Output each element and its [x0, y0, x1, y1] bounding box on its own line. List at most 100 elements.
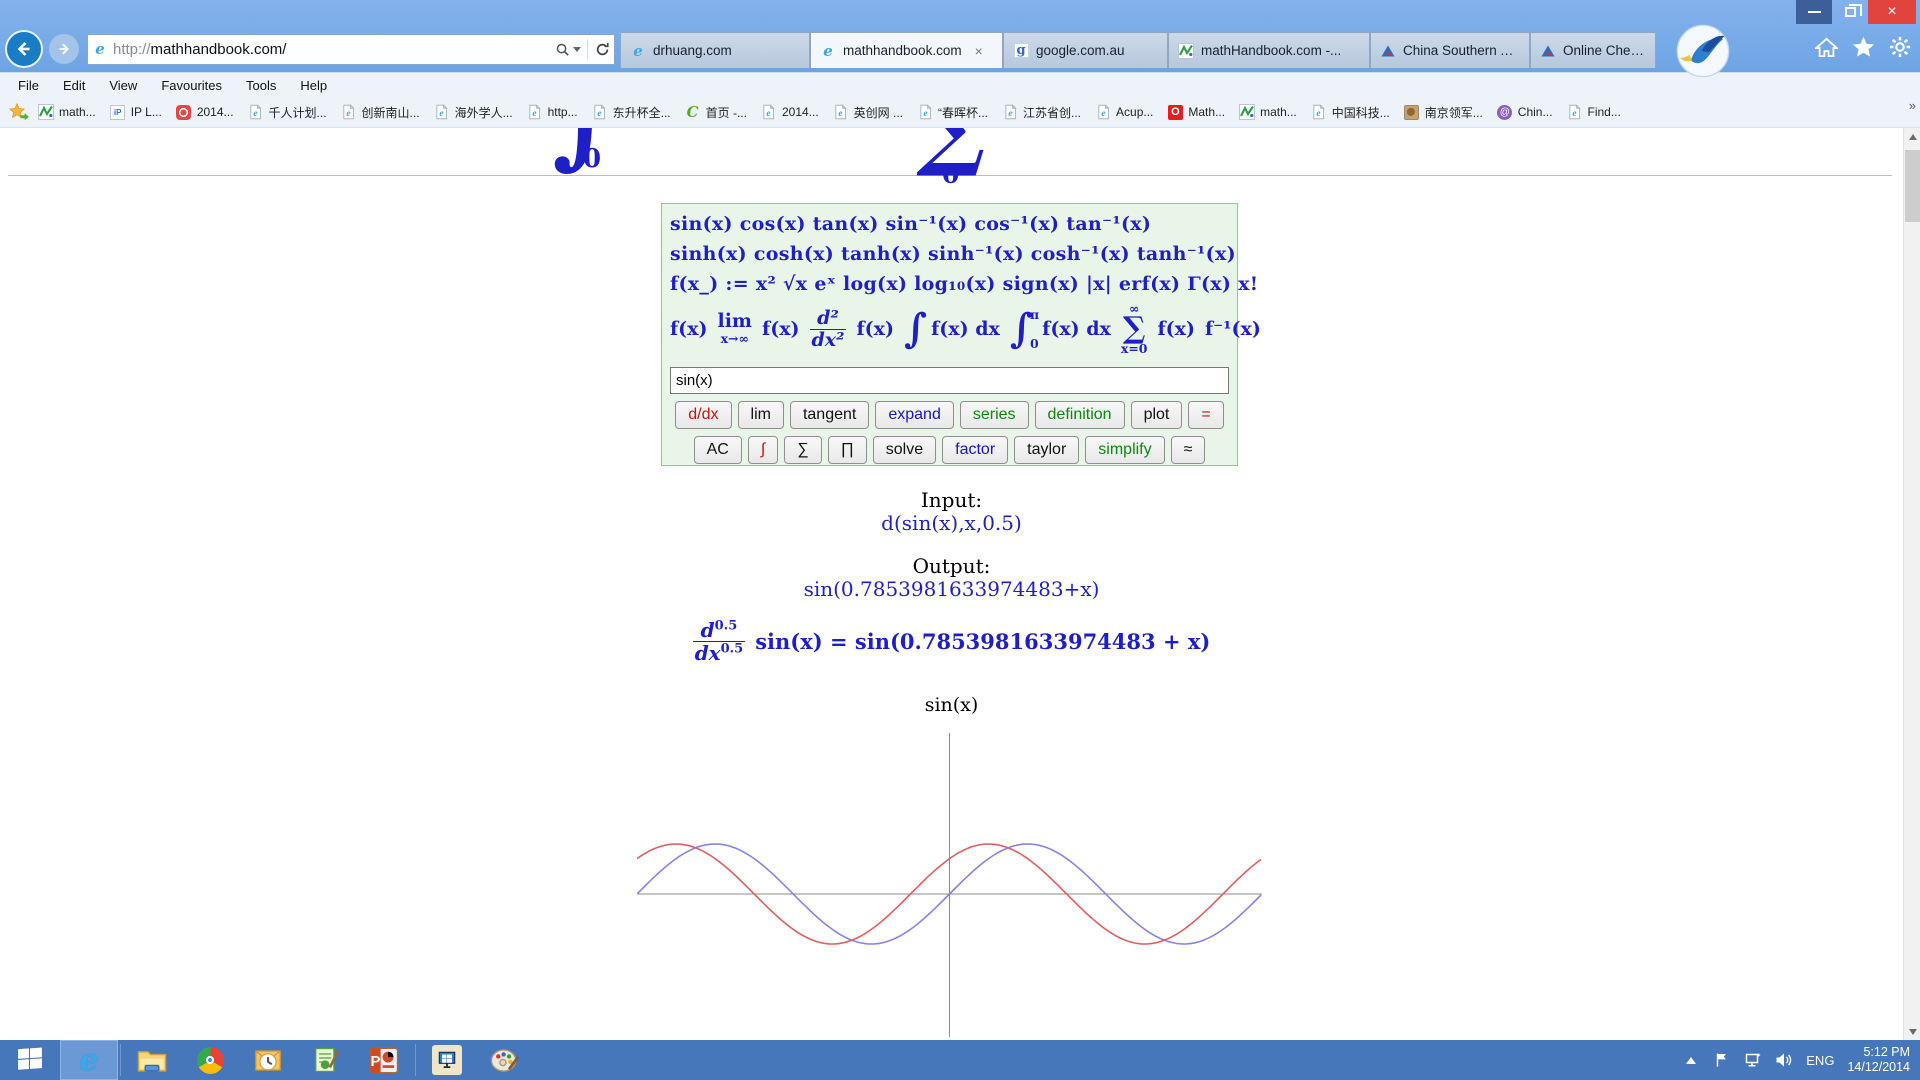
favorite-item[interactable]: e“春晖杯... [917, 104, 988, 121]
close-button[interactable]: × [1868, 0, 1916, 24]
network-icon[interactable] [1744, 1051, 1762, 1069]
menu-item-file[interactable]: File [6, 78, 51, 93]
system-tray: ENG 5:12 PM 14/12/2014 [1682, 1040, 1920, 1080]
bird-logo [1676, 24, 1730, 83]
favorite-item[interactable]: eAcup... [1095, 104, 1153, 120]
calc-button-d-dx[interactable]: d/dx [675, 401, 731, 429]
tab-china-southern-airline[interactable]: China Southern Airline... [1370, 32, 1530, 68]
tab-mathhandbook-com[interactable]: emathhandbook.com× [810, 32, 1003, 68]
scroll-up-button[interactable] [1904, 128, 1920, 145]
forward-button[interactable] [49, 34, 79, 64]
favorite-label: math... [59, 105, 96, 119]
back-button[interactable] [5, 30, 43, 68]
taskbar-chrome[interactable] [181, 1040, 239, 1080]
minimize-button[interactable] [1796, 0, 1832, 24]
action-center-flag-icon[interactable] [1713, 1051, 1731, 1069]
favorite-item[interactable]: e江苏省创... [1002, 104, 1081, 121]
sine-plot [637, 727, 1262, 1037]
favorite-item[interactable]: OMath... [1167, 104, 1225, 120]
favorite-item[interactable]: e创新南山... [341, 104, 420, 121]
search-dropdown-icon[interactable] [573, 47, 581, 52]
favorite-item[interactable]: 南京领军... [1404, 104, 1483, 121]
add-favorite-icon[interactable] [8, 103, 30, 121]
menu-item-help[interactable]: Help [288, 78, 339, 93]
calc-button-item[interactable]: = [1188, 401, 1223, 429]
close-tab-icon[interactable]: × [975, 43, 983, 59]
taskbar-paint[interactable] [476, 1040, 534, 1080]
favorite-item[interactable]: iPIP L... [110, 104, 162, 120]
tray-time: 5:12 PM [1863, 1045, 1910, 1059]
scroll-up-icon [1909, 134, 1917, 140]
language-indicator[interactable]: ENG [1806, 1053, 1834, 1068]
taskbar-file-explorer[interactable] [123, 1040, 181, 1080]
menu-item-favourites[interactable]: Favourites [149, 78, 234, 93]
expression-input[interactable] [670, 367, 1229, 394]
favorite-item[interactable]: e中国科技... [1311, 104, 1390, 121]
window-controls: × [1796, 0, 1916, 24]
search-icon[interactable] [554, 41, 570, 57]
menu-item-view[interactable]: View [97, 78, 149, 93]
tab-drhuang-com[interactable]: edrhuang.com [620, 32, 810, 68]
restore-button[interactable] [1832, 0, 1868, 24]
favorite-item[interactable]: C首页 -... [685, 104, 747, 121]
calc-button-ac[interactable]: AC [694, 436, 742, 464]
vertical-scrollbar[interactable] [1903, 128, 1920, 1040]
favorite-item[interactable]: ehttp... [527, 104, 578, 120]
ie-icon: e [630, 43, 646, 59]
calc-button-tangent[interactable]: tangent [790, 401, 869, 429]
calc-button-solve[interactable]: solve [873, 436, 936, 464]
favorites-star-icon[interactable] [1851, 36, 1875, 58]
menu-item-edit[interactable]: Edit [51, 78, 97, 93]
tab-mathhandbook-com[interactable]: mathHandbook.com -... [1168, 32, 1370, 68]
plot-title: sin(x) [0, 694, 1903, 716]
clock[interactable]: 5:12 PM 14/12/2014 [1847, 1045, 1910, 1075]
start-button[interactable] [0, 1040, 60, 1080]
calc-button-item[interactable]: ∫ [748, 436, 778, 464]
home-icon[interactable] [1814, 36, 1838, 58]
address-bar[interactable]: e http://mathhandbook.com/ [87, 34, 615, 65]
favorite-label: 南京领军... [1425, 104, 1483, 121]
calc-button-expand[interactable]: expand [875, 401, 954, 429]
tray-expand-icon[interactable] [1682, 1051, 1700, 1069]
tab-label: google.com.au [1036, 43, 1125, 58]
url-text[interactable]: http://mathhandbook.com/ [113, 41, 554, 58]
calc-button-item[interactable]: ∏ [828, 436, 867, 464]
ie-page-icon: e [1311, 104, 1327, 120]
volume-icon[interactable] [1775, 1051, 1793, 1069]
favorite-item[interactable]: e英创网 ... [833, 104, 903, 121]
calc-button-factor[interactable]: factor [942, 436, 1008, 464]
menu-item-tools[interactable]: Tools [234, 78, 288, 93]
tab-google-com-au[interactable]: ggoogle.com.au [1003, 32, 1168, 68]
gear-icon[interactable] [1888, 36, 1912, 58]
favorite-item[interactable]: @Chin... [1497, 104, 1553, 120]
tab-online-check-in[interactable]: Online Check-in [1530, 32, 1656, 68]
scroll-down-button[interactable] [1904, 1023, 1920, 1040]
favorite-item[interactable]: math... [38, 104, 96, 120]
favorite-item[interactable]: e海外学人... [434, 104, 513, 121]
favorite-item[interactable]: 2014... [176, 104, 234, 120]
taskbar-outlook[interactable] [239, 1040, 297, 1080]
favorite-item[interactable]: e2014... [761, 104, 819, 120]
favorite-item[interactable]: e千人计划... [248, 104, 327, 121]
taskbar-powerpoint[interactable]: P [355, 1040, 413, 1080]
file-explorer-icon [137, 1045, 167, 1075]
scrollbar-thumb[interactable] [1905, 150, 1920, 222]
taskbar-monitor-app[interactable] [418, 1040, 476, 1080]
favorite-item[interactable]: eFind... [1566, 104, 1620, 120]
refresh-icon[interactable] [594, 41, 610, 57]
ie-page-icon: e [527, 104, 543, 120]
calc-button-plot[interactable]: plot [1131, 401, 1183, 429]
calc-button-taylor[interactable]: taylor [1014, 436, 1079, 464]
favorite-item[interactable]: math... [1239, 104, 1297, 120]
calc-button-simplify[interactable]: simplify [1085, 436, 1164, 464]
calc-button-row-2: AC∫∑∏solvefactortaylorsimplify≈ [670, 436, 1229, 464]
calc-button-item[interactable]: ∑ [784, 436, 821, 464]
calc-button-series[interactable]: series [960, 401, 1029, 429]
calc-button-item[interactable]: ≈ [1171, 436, 1206, 464]
favorite-item[interactable]: e东升杯全... [592, 104, 671, 121]
taskbar-notes[interactable] [297, 1040, 355, 1080]
favorites-overflow-chevron[interactable]: » [1909, 98, 1916, 113]
taskbar-internet-explorer[interactable]: e [60, 1040, 118, 1080]
calc-button-definition[interactable]: definition [1035, 401, 1125, 429]
calc-button-lim[interactable]: lim [738, 401, 784, 429]
